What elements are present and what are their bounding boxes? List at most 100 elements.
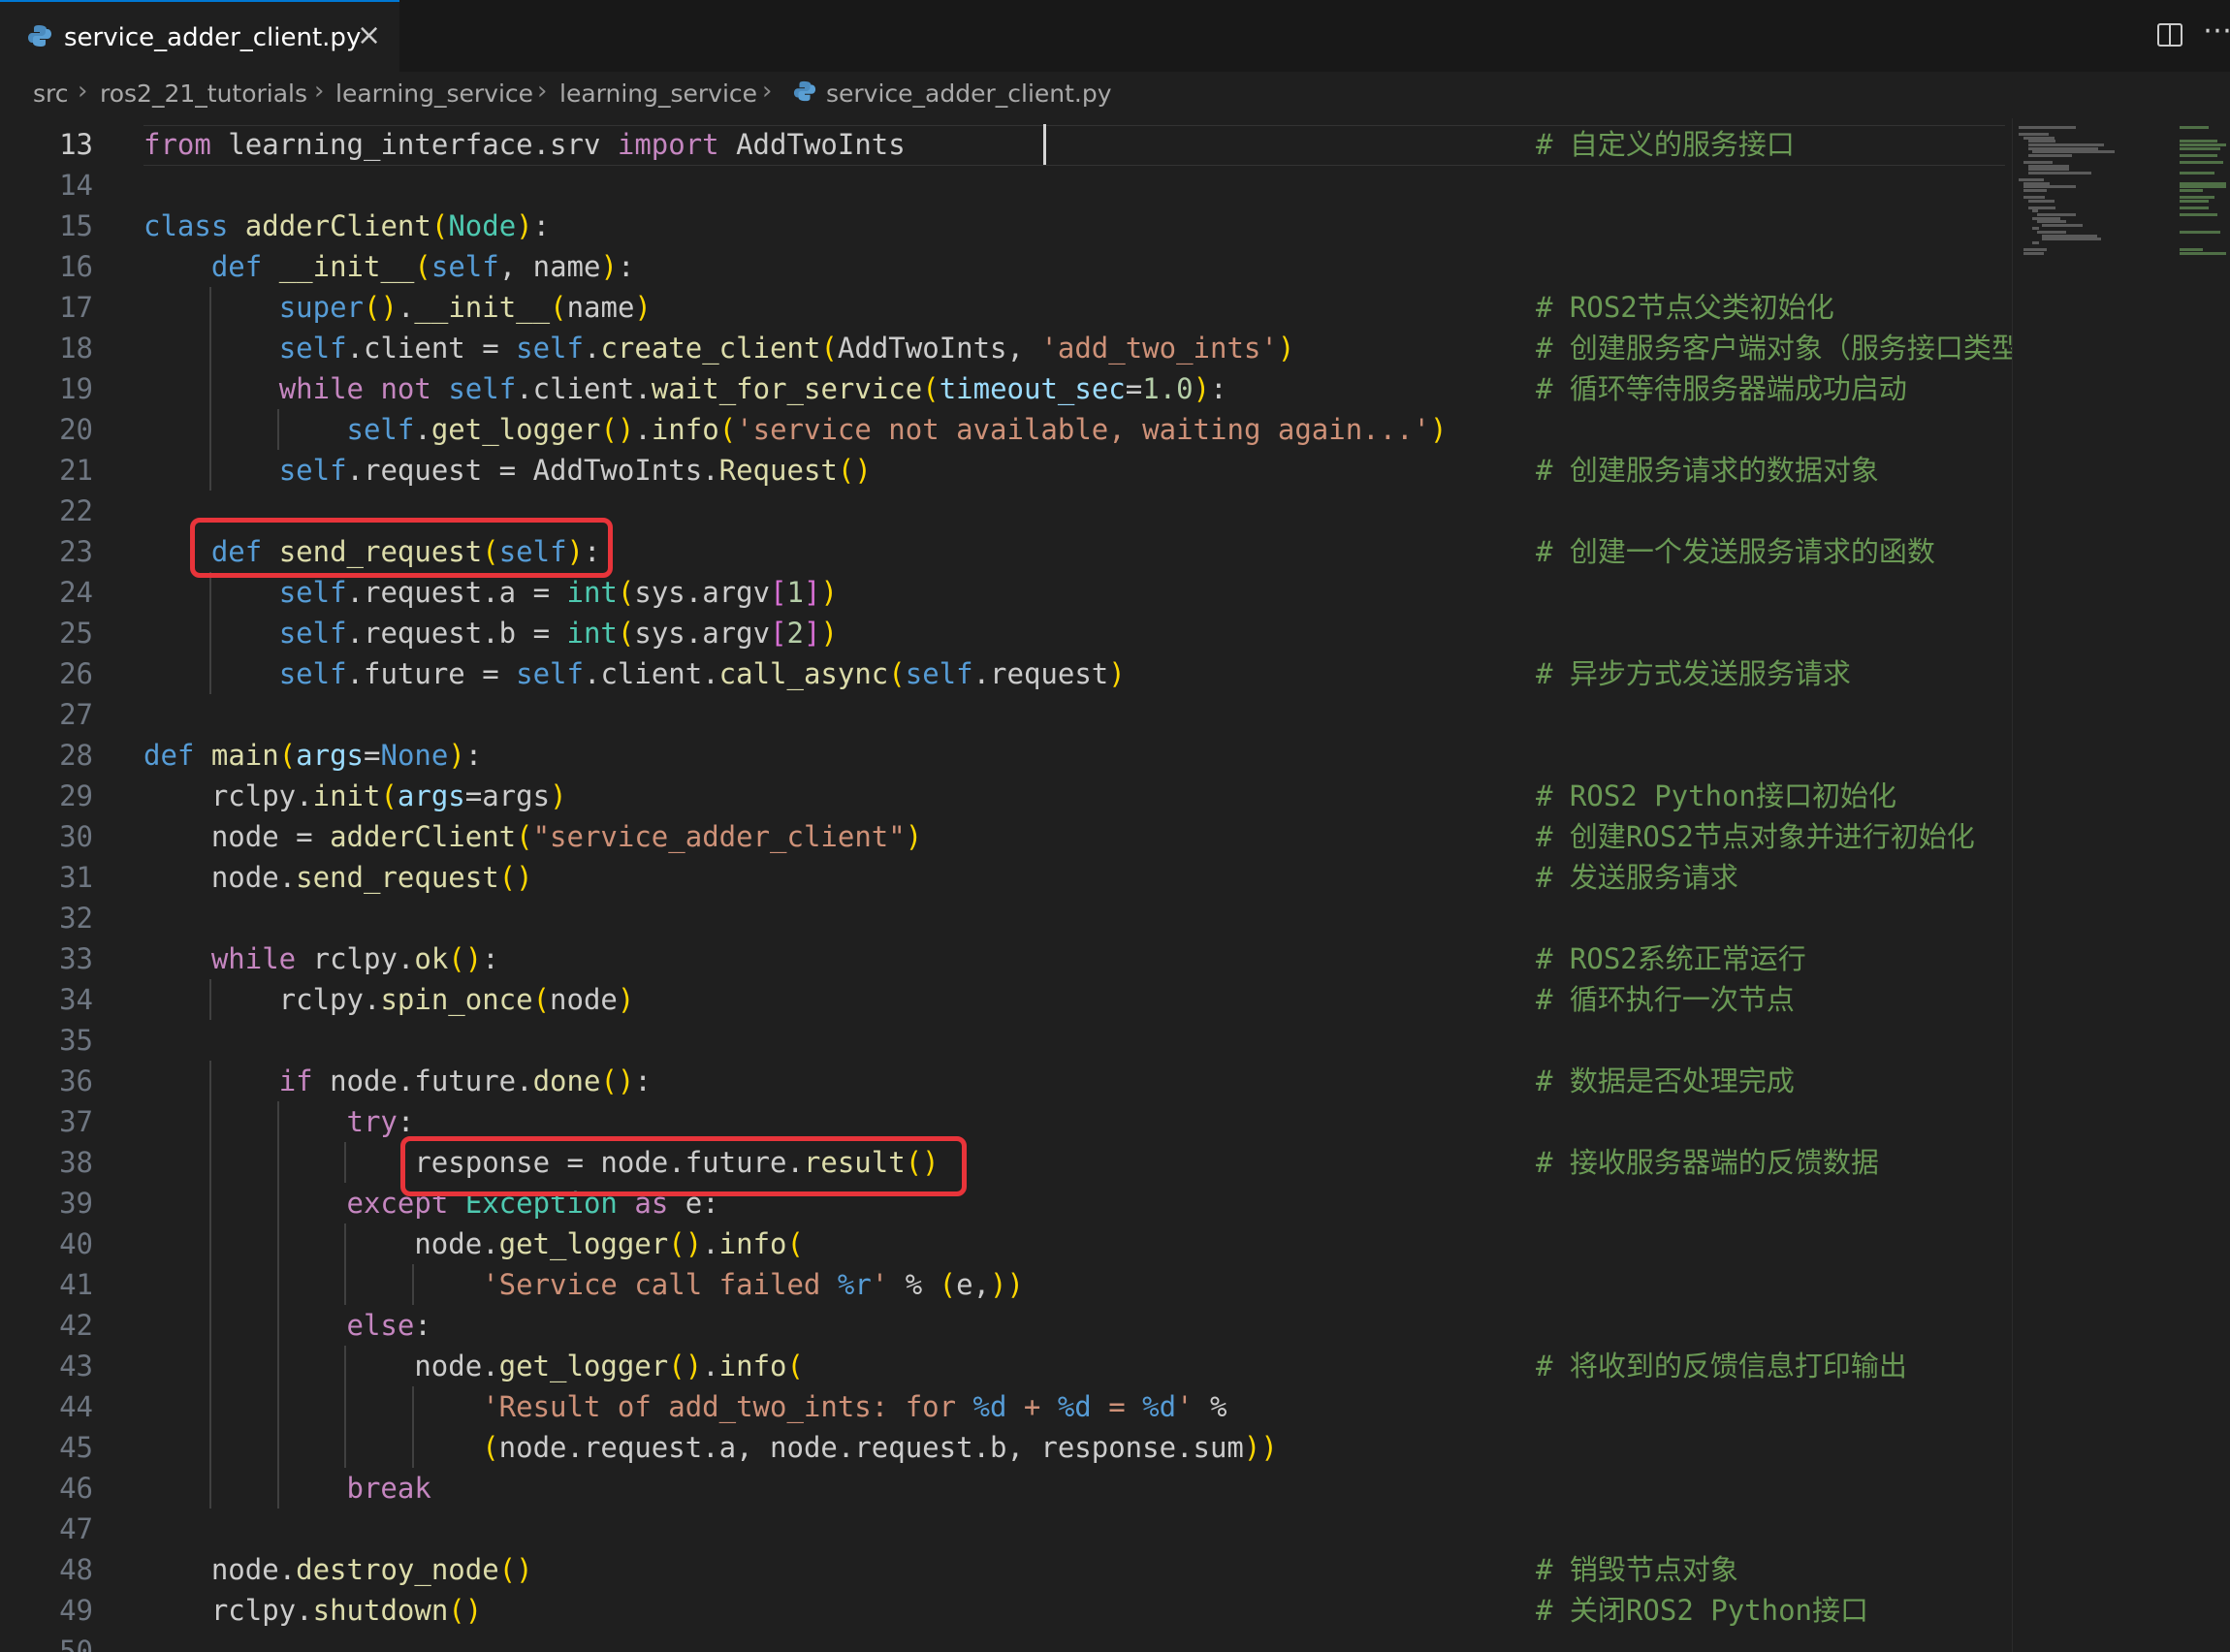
code-line: def __init__(self, name): [210, 250, 635, 283]
line-number: 49 [59, 1594, 93, 1627]
minimap-line [2032, 209, 2038, 213]
minimap-line [2019, 126, 2076, 129]
code-editor[interactable]: 13 from learning_interface.srv import Add… [0, 118, 2012, 1652]
python-file-icon [793, 80, 816, 102]
code-line: if node.future.done(): [278, 1064, 652, 1097]
tab-bar: service_adder_client.py × ⋯ [0, 0, 2230, 72]
code-line: node.get_logger().info( [143, 1350, 804, 1382]
minimap-line [2027, 206, 2056, 209]
close-icon[interactable]: × [357, 18, 381, 52]
code-line: self.request.a = int(sys.argv[1]) [278, 576, 838, 609]
minimap-comment [2180, 213, 2217, 216]
code-comment: # 创建服务请求的数据对象 [1536, 454, 1879, 487]
minimap-line [2023, 181, 2051, 185]
code-comment: # 发送服务请求 [1536, 861, 1738, 894]
code-comment: # 循环执行一次节点 [1536, 983, 1795, 1016]
code-line: self.request.b = int(sys.argv[2]) [278, 617, 838, 650]
line-number: 39 [59, 1187, 93, 1220]
line-number: 46 [59, 1472, 93, 1505]
line-number: 21 [59, 454, 93, 487]
breadcrumb: src › ros2_21_tutorials › learning_servi… [0, 72, 2230, 118]
line-number: 28 [59, 739, 93, 772]
line-number: 15 [59, 209, 93, 242]
code-comment: # 异步方式发送服务请求 [1536, 657, 1851, 690]
minimap-line [2042, 223, 2083, 227]
minimap-line [2023, 185, 2077, 189]
code-comment: # 创建一个发送服务请求的函数 [1536, 535, 1935, 568]
code-line: self.future = self.client.call_async(sel… [278, 657, 1126, 690]
code-comment: # ROS2系统正常运行 [1536, 942, 1806, 975]
line-number: 13 [59, 128, 93, 161]
line-number: 27 [59, 698, 93, 731]
line-number: 26 [59, 657, 93, 690]
minimap-line [2037, 231, 2067, 234]
python-file-icon [28, 25, 51, 47]
breadcrumb-item-learning-service[interactable]: learning_service [335, 79, 533, 108]
split-editor-icon[interactable] [2156, 21, 2183, 48]
line-number: 32 [59, 902, 93, 935]
line-number: 47 [59, 1512, 93, 1545]
line-number: 43 [59, 1350, 93, 1382]
code-line: break [346, 1472, 431, 1505]
minimap-comment [2180, 196, 2214, 199]
minimap-line [2032, 150, 2115, 154]
code-line: node = adderClient("service_adder_client… [143, 820, 923, 853]
minimap-comment [2180, 188, 2203, 192]
code-line: 'Result of add_two_ints: for %d + %d = %… [482, 1390, 1227, 1423]
code-line: from learning_interface.srv import AddTw… [143, 128, 906, 161]
minimap-comment [2180, 248, 2203, 251]
line-number: 42 [59, 1309, 93, 1342]
minimap-line [2027, 164, 2070, 168]
minimap-line [2019, 133, 2050, 137]
minimap-line [2032, 227, 2039, 231]
code-line: node.get_logger().info( [143, 1227, 804, 1260]
minimap-comment [2180, 199, 2209, 203]
line-number: 16 [59, 250, 93, 283]
minimap-comment [2180, 181, 2226, 185]
line-number: 48 [59, 1553, 93, 1586]
line-number: 44 [59, 1390, 93, 1423]
code-line: node.destroy_node() [143, 1553, 533, 1586]
minimap-comment [2180, 251, 2226, 255]
line-number: 24 [59, 576, 93, 609]
minimap[interactable] [2012, 118, 2230, 1652]
line-number: 30 [59, 820, 93, 853]
chevron-right-icon: › [78, 77, 88, 106]
minimap-line [2023, 196, 2045, 199]
line-number: 17 [59, 291, 93, 324]
code-comment: # 将收到的反馈信息打印输出 [1536, 1350, 1907, 1382]
tab-service-adder-client[interactable]: service_adder_client.py × [0, 0, 399, 72]
breadcrumb-item-ros2-21-tutorials[interactable]: ros2_21_tutorials [100, 79, 307, 108]
breadcrumb-item-src[interactable]: src [33, 79, 69, 108]
code-line: 'Service call failed %r' % (e,)) [482, 1268, 1024, 1301]
minimap-comment [2180, 185, 2226, 189]
minimap-line [2027, 143, 2104, 146]
code-comment: # ROS2 Python接口初始化 [1536, 779, 1896, 812]
line-number: 37 [59, 1105, 93, 1138]
code-comment: # 创建ROS2节点对象并进行初始化 [1536, 820, 1975, 853]
code-line: while not self.client.wait_for_service(t… [278, 372, 1227, 405]
minimap-line [2032, 216, 2060, 220]
tab-label: service_adder_client.py [64, 23, 362, 52]
minimap-comment [2180, 146, 2220, 150]
breadcrumb-item-file[interactable]: service_adder_client.py [826, 79, 1112, 108]
minimap-line [2027, 171, 2091, 175]
code-line: node.send_request() [143, 861, 533, 894]
minimap-line [2023, 248, 2048, 251]
code-line: self.request = AddTwoInts.Request() [278, 454, 872, 487]
highlight-box-send-request [190, 518, 613, 578]
line-number: 20 [59, 413, 93, 446]
code-comment: # ROS2节点父类初始化 [1536, 291, 1834, 324]
highlight-box-response [400, 1136, 967, 1196]
code-line: rclpy.shutdown() [143, 1594, 483, 1627]
line-number: 34 [59, 983, 93, 1016]
line-number: 18 [59, 332, 93, 365]
more-actions-icon[interactable]: ⋯ [2203, 14, 2230, 48]
code-comment: # 自定义的服务接口 [1536, 128, 1795, 161]
code-comment: # 循环等待服务器端成功启动 [1536, 372, 1907, 405]
line-number: 38 [59, 1146, 93, 1179]
breadcrumb-item-learning-service-pkg[interactable]: learning_service [559, 79, 757, 108]
line-number: 35 [59, 1024, 93, 1057]
code-line: self.get_logger().info('service not avai… [346, 413, 1448, 446]
code-line: (node.request.a, node.request.b, respons… [482, 1431, 1278, 1464]
